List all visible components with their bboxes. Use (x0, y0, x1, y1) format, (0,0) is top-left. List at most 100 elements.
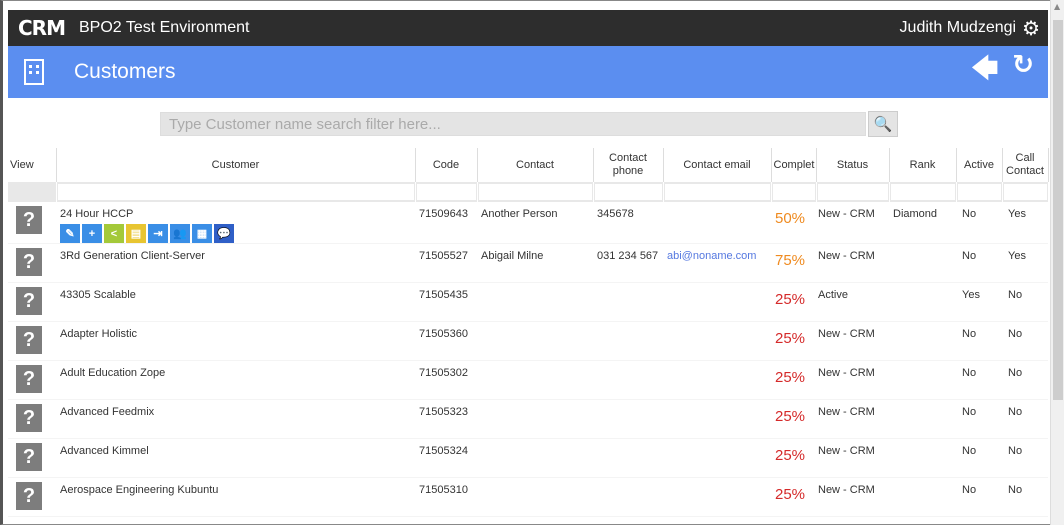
column-header-call-contact[interactable]: Call Contact (1002, 148, 1049, 182)
column-header-active[interactable]: Active (956, 148, 1003, 182)
table-row[interactable]: ? Aerospace Engineering Kubuntu 71505310 25… (8, 477, 1048, 517)
view-cell[interactable]: ? (8, 282, 56, 322)
filter-contact-email[interactable] (663, 182, 772, 202)
customer-name[interactable]: Advanced Feedmix (60, 406, 415, 418)
column-header-contact-email[interactable]: Contact email (663, 148, 772, 182)
email-cell[interactable] (663, 321, 771, 361)
active-cell: No (956, 438, 1002, 478)
email-cell[interactable] (663, 360, 771, 400)
customer-name[interactable]: Aerospace Engineering Kubuntu (60, 484, 415, 496)
call-contact-cell: No (1002, 399, 1048, 439)
view-button[interactable]: ? (16, 404, 42, 432)
contact-cell: Another Person (477, 202, 593, 244)
search-icon: 🔍 (873, 115, 893, 133)
table-row[interactable]: ? Adult Education Zope 71505302 25% New - CR… (8, 360, 1048, 400)
scroll-thumb[interactable] (1053, 20, 1063, 400)
gear-icon[interactable]: ⚙ (1022, 16, 1040, 40)
table-row[interactable]: ? 24 Hour HCCP ✎ + < ▤ ⇥ 👥 ▦ 💬 71509643 Another Per… (8, 202, 1048, 244)
customer-name[interactable]: 3Rd Generation Client-Server (60, 250, 415, 262)
document-icon[interactable]: ▤ (126, 224, 146, 243)
crm-logo: CRM (18, 16, 66, 40)
filter-contact-phone[interactable] (593, 182, 664, 202)
table-row[interactable]: ? 43305 Scalable 71505435 25% Active Yes No (8, 282, 1048, 322)
view-button[interactable]: ? (16, 206, 42, 234)
view-button[interactable]: ? (16, 287, 42, 315)
column-header-rank[interactable]: Rank (889, 148, 957, 182)
customer-name[interactable]: Adapter Holistic (60, 328, 415, 340)
scroll-up-icon[interactable]: ▲ (1054, 2, 1060, 11)
customer-name[interactable]: Adult Education Zope (60, 367, 415, 379)
customer-name[interactable]: 43305 Scalable (60, 289, 415, 301)
email-cell[interactable] (663, 399, 771, 439)
view-cell[interactable]: ? (8, 399, 56, 439)
chat-icon[interactable]: 💬 (214, 224, 234, 243)
column-header-complete[interactable]: Complet (771, 148, 817, 182)
table-row[interactable]: ? Advanced Kimmel 71505324 25% New - CRM No No (8, 438, 1048, 478)
contact-cell (477, 321, 593, 361)
column-header-view[interactable]: View (8, 148, 57, 182)
customer-cell[interactable]: Aerospace Engineering Kubuntu (56, 477, 415, 517)
view-button[interactable]: ? (16, 482, 42, 510)
email-cell[interactable] (663, 282, 771, 322)
customer-cell[interactable]: Advanced Feedmix (56, 399, 415, 439)
column-header-contact[interactable]: Contact (477, 148, 594, 182)
call-contact-cell: No (1002, 477, 1048, 517)
login-icon[interactable]: ⇥ (148, 224, 168, 243)
customer-cell[interactable]: 43305 Scalable (56, 282, 415, 322)
calendar-icon[interactable]: ▦ (192, 224, 212, 243)
edit-icon[interactable]: ✎ (60, 224, 80, 243)
view-button[interactable]: ? (16, 248, 42, 276)
email-cell[interactable] (663, 202, 771, 244)
customer-cell[interactable]: 24 Hour HCCP ✎ + < ▤ ⇥ 👥 ▦ 💬 (56, 202, 415, 244)
customer-name[interactable]: Advanced Kimmel (60, 445, 415, 457)
filter-customer[interactable] (56, 182, 416, 202)
view-cell[interactable]: ? (8, 438, 56, 478)
filter-rank[interactable] (889, 182, 957, 202)
filter-complete[interactable] (771, 182, 817, 202)
column-header-customer[interactable]: Customer (56, 148, 416, 182)
view-cell[interactable]: ? (8, 321, 56, 361)
customer-name[interactable]: 24 Hour HCCP (60, 208, 415, 220)
column-header-status[interactable]: Status (816, 148, 890, 182)
email-cell[interactable]: abi@noname.com (663, 243, 771, 283)
view-cell[interactable]: ? (8, 360, 56, 400)
email-cell[interactable] (663, 477, 771, 517)
column-header-code[interactable]: Code (415, 148, 478, 182)
status-cell: New - CRM (816, 202, 889, 244)
share-icon[interactable]: < (104, 224, 124, 243)
filter-call-contact[interactable] (1002, 182, 1049, 202)
row-action-icons: ✎ + < ▤ ⇥ 👥 ▦ 💬 (60, 224, 415, 243)
view-button[interactable]: ? (16, 365, 42, 393)
search-button[interactable]: 🔍 (868, 111, 898, 137)
refresh-icon[interactable]: ↻ (1012, 50, 1034, 94)
table-row[interactable]: ? Advanced Feedmix 71505323 25% New - CRM No N… (8, 399, 1048, 439)
view-cell[interactable]: ? (8, 477, 56, 517)
arrow-left-icon[interactable]: 🡄 (971, 50, 998, 94)
rank-cell: Diamond (889, 202, 956, 244)
filter-status[interactable] (816, 182, 890, 202)
complete-cell: 25% (771, 321, 816, 361)
filter-active[interactable] (956, 182, 1003, 202)
table-row[interactable]: ? Adapter Holistic 71505360 25% New - CRM No N… (8, 321, 1048, 361)
add-user-icon[interactable]: + (82, 224, 102, 243)
customer-cell[interactable]: 3Rd Generation Client-Server (56, 243, 415, 283)
table-row[interactable]: ? 3Rd Generation Client-Server 71505527 Abi… (8, 243, 1048, 283)
rank-cell (889, 399, 956, 439)
view-cell[interactable]: ? (8, 202, 56, 244)
email-cell[interactable] (663, 438, 771, 478)
view-button[interactable]: ? (16, 443, 42, 471)
scrollbar[interactable]: ▲ (1050, 0, 1064, 525)
contacts-icon[interactable]: 👥 (170, 224, 190, 243)
status-cell: New - CRM (816, 438, 889, 478)
view-button[interactable]: ? (16, 326, 42, 354)
filter-contact[interactable] (477, 182, 594, 202)
customer-cell[interactable]: Adapter Holistic (56, 321, 415, 361)
customer-cell[interactable]: Advanced Kimmel (56, 438, 415, 478)
filter-code[interactable] (415, 182, 478, 202)
customer-cell[interactable]: Adult Education Zope (56, 360, 415, 400)
view-cell[interactable]: ? (8, 243, 56, 283)
call-contact-cell: Yes (1002, 202, 1048, 244)
search-input[interactable] (161, 113, 865, 135)
column-header-contact-phone[interactable]: Contact phone (593, 148, 664, 182)
user-name[interactable]: Judith Mudzengi (900, 19, 1017, 37)
